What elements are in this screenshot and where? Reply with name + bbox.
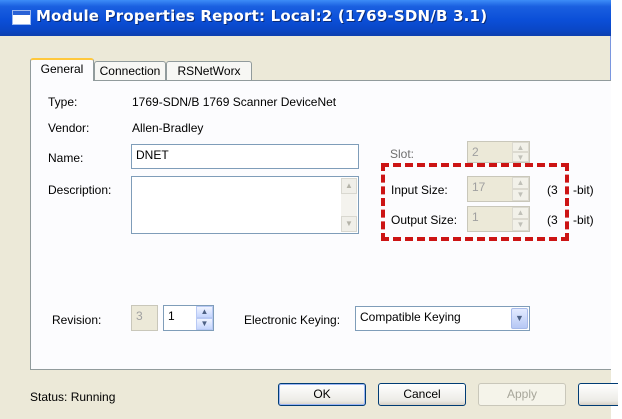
slot-spinner: ▲ ▼ (512, 142, 529, 162)
vendor-label: Vendor: (48, 121, 90, 135)
help-button[interactable] (578, 383, 618, 406)
electronic-keying-label: Electronic Keying: (244, 313, 341, 327)
name-input[interactable]: DNET (131, 144, 359, 169)
spin-down-icon: ▼ (512, 152, 529, 162)
output-size-unit-tail: -bit) (573, 213, 594, 227)
type-label: Type: (48, 95, 78, 109)
spin-up-icon[interactable]: ▲ (196, 306, 213, 318)
tab-general[interactable]: General (30, 58, 94, 81)
description-label: Description: (48, 183, 112, 197)
name-label: Name: (48, 151, 84, 165)
slot-label: Slot: (390, 147, 415, 161)
electronic-keying-value: Compatible Keying (360, 310, 461, 324)
revision-label: Revision: (52, 313, 102, 327)
revision-minor-input[interactable]: 1 ▲ ▼ (163, 305, 214, 331)
tab-connection[interactable]: Connection (94, 61, 166, 80)
apply-button[interactable]: Apply (478, 383, 566, 406)
status-text: Status: Running (30, 390, 116, 404)
spin-up-icon: ▲ (512, 142, 529, 152)
ok-button[interactable]: OK (278, 383, 366, 406)
revision-minor-spinner[interactable]: ▲ ▼ (196, 306, 213, 330)
scroll-down-icon[interactable]: ▼ (341, 216, 357, 232)
input-size-unit-tail: -bit) (573, 183, 594, 197)
revision-major-input: 3 (131, 305, 158, 331)
description-input[interactable]: ▲ ▼ (131, 176, 359, 234)
cancel-button[interactable]: Cancel (378, 383, 466, 406)
scroll-up-icon[interactable]: ▲ (341, 178, 357, 194)
description-scrollbar[interactable]: ▲ ▼ (341, 178, 357, 232)
chevron-down-icon[interactable]: ▼ (511, 308, 528, 329)
title-bar[interactable]: Module Properties Report: Local:2 (1769-… (0, 0, 611, 36)
tab-rsnetworx[interactable]: RSNetWorx (166, 61, 252, 80)
spin-down-icon[interactable]: ▼ (196, 318, 213, 330)
vendor-value: Allen-Bradley (132, 121, 204, 135)
revision-minor-value: 1 (168, 309, 175, 323)
window-icon (12, 10, 31, 25)
electronic-keying-select[interactable]: Compatible Keying ▼ (355, 306, 530, 331)
window-title: Module Properties Report: Local:2 (1769-… (36, 7, 488, 25)
slot-value: 2 (472, 145, 479, 159)
type-value: 1769-SDN/B 1769 Scanner DeviceNet (132, 95, 337, 109)
slot-input: 2 ▲ ▼ (467, 141, 530, 163)
annotation-highlight-box (381, 163, 569, 241)
module-properties-window: Module Properties Report: Local:2 (1769-… (0, 0, 618, 419)
